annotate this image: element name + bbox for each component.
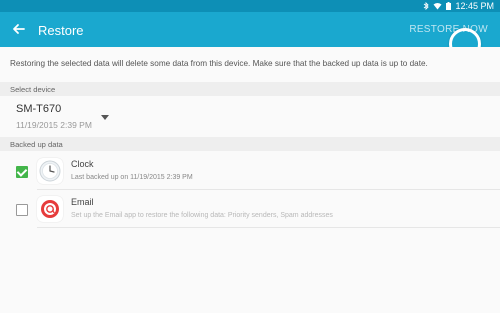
app-bar: Restore RESTORE NOW: [0, 12, 500, 60]
clock-icon: [37, 158, 63, 184]
battery-icon: [446, 2, 452, 10]
divider: [37, 227, 500, 228]
select-device-header: Select device: [0, 82, 500, 96]
checkbox-clock[interactable]: [16, 166, 28, 178]
device-date: 11/19/2015 2:39 PM: [16, 120, 92, 130]
backed-up-data-label: Backed up data: [10, 140, 63, 149]
divider: [37, 189, 500, 190]
checkbox-email[interactable]: [16, 204, 28, 216]
back-arrow-icon[interactable]: [10, 20, 28, 38]
status-bar: 12:45 PM: [0, 0, 500, 12]
bluetooth-icon: [424, 2, 430, 10]
device-name: SM-T670: [16, 103, 62, 115]
status-time: 12:45 PM: [455, 1, 494, 11]
app-name: Email: [71, 197, 94, 207]
page-title: Restore: [38, 23, 84, 38]
backed-up-data-header: Backed up data: [0, 137, 500, 151]
app-subtitle: Set up the Email app to restore the foll…: [71, 212, 333, 219]
email-icon: [37, 196, 63, 222]
wifi-icon: [433, 3, 442, 10]
main-content: Restoring the selected data will delete …: [0, 47, 500, 313]
app-subtitle: Last backed up on 11/19/2015 2:39 PM: [71, 174, 193, 181]
restore-warning-text: Restoring the selected data will delete …: [10, 59, 428, 68]
app-name: Clock: [71, 159, 94, 169]
select-device-label: Select device: [10, 85, 56, 94]
list-item-email[interactable]: Email Set up the Email app to restore th…: [0, 191, 500, 228]
list-item-clock[interactable]: Clock Last backed up on 11/19/2015 2:39 …: [0, 153, 500, 190]
checkmark-icon: [16, 166, 28, 177]
chevron-down-icon[interactable]: [101, 115, 109, 120]
